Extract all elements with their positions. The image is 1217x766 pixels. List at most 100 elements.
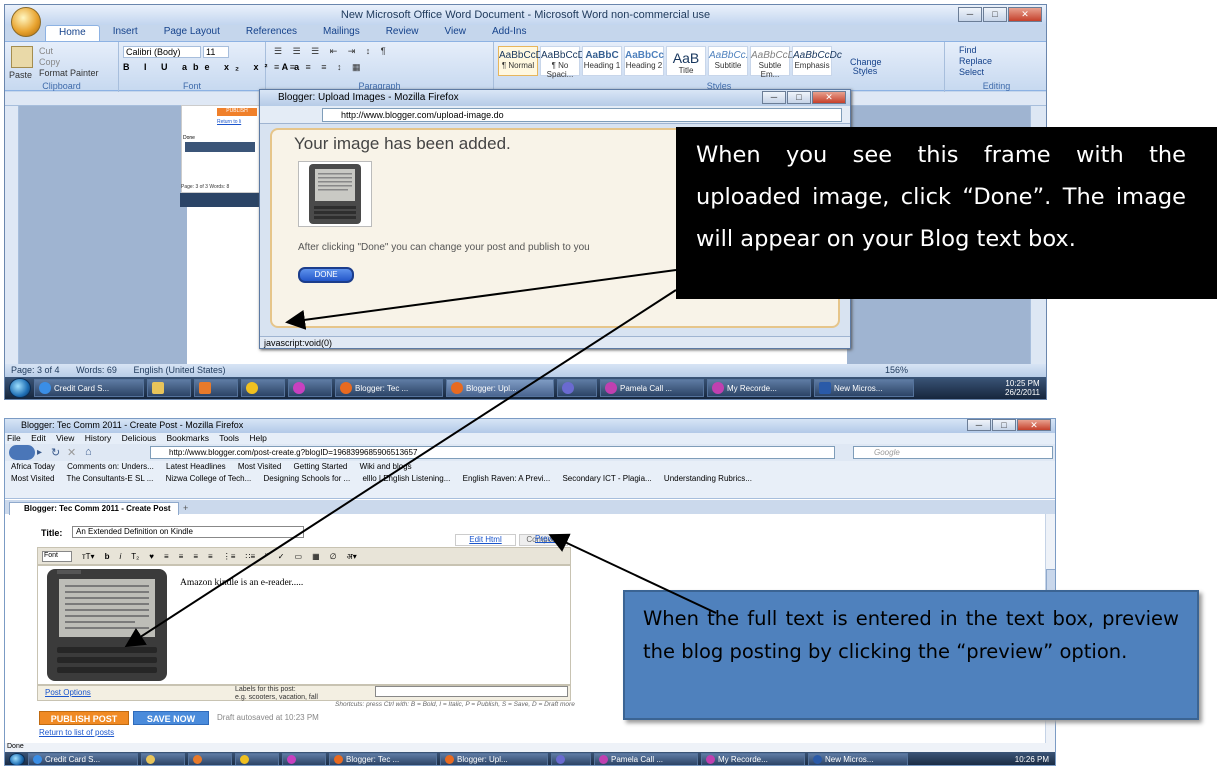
home-icon[interactable]: ⌂ — [85, 446, 92, 458]
taskbar-item[interactable]: Pamela Call ... — [594, 753, 698, 765]
taskbar-item[interactable]: Pamela Call ... — [600, 379, 704, 397]
change-styles-button[interactable]: Change Styles — [850, 58, 882, 76]
bold-icon[interactable]: b — [105, 552, 110, 561]
font-name-select[interactable]: Calibri (Body) — [123, 46, 201, 58]
zoom-level[interactable]: 156% — [885, 365, 908, 375]
taskbar-item-active[interactable]: Blogger: Upl... — [446, 379, 554, 397]
paste-icon[interactable] — [11, 46, 33, 68]
taskbar-item[interactable] — [235, 753, 279, 765]
style-normal[interactable]: AaBbCcDc ¶ Normal — [498, 46, 548, 76]
office-button[interactable] — [11, 7, 41, 37]
search-box[interactable]: Google — [853, 446, 1053, 459]
kindle-image[interactable] — [39, 567, 174, 683]
taskbar-item[interactable]: New Micros... — [808, 753, 908, 765]
replace-button[interactable]: Replace — [959, 56, 992, 66]
taskbar-item[interactable] — [141, 753, 185, 765]
style-no-spacing[interactable]: AaBbCcDc ¶ No Spaci... — [540, 46, 590, 79]
style-subtitle[interactable]: AaBbCc. Subtitle — [708, 46, 748, 76]
back-button[interactable] — [9, 445, 35, 460]
taskbar-item[interactable]: Credit Card S... — [28, 753, 138, 765]
save-now-button[interactable]: SAVE NOW — [133, 711, 209, 725]
eraser-icon[interactable]: ∅ — [330, 552, 337, 561]
minimize-button[interactable]: ─ — [958, 7, 982, 22]
copy-button[interactable]: Copy — [39, 57, 60, 67]
taskbar-item[interactable]: Blogger: Tec ... — [329, 753, 437, 765]
maximize-button[interactable]: □ — [787, 91, 811, 104]
style-title[interactable]: AaB Title — [666, 46, 706, 76]
bookmark-item[interactable]: English Raven: A Previ... — [463, 474, 551, 483]
address-bar[interactable]: http://www.blogger.com/post-create.g?blo… — [150, 446, 835, 459]
close-button[interactable]: ✕ — [812, 91, 846, 104]
new-tab-icon[interactable]: + — [183, 503, 188, 513]
bookmark-item[interactable]: Secondary ICT - Plagia... — [562, 474, 651, 483]
style-subtle-emphasis[interactable]: AaBbCcDc Subtle Em... — [750, 46, 800, 79]
taskbar-item[interactable]: Blogger: Upl... — [440, 753, 548, 765]
preview-link[interactable]: Preview — [535, 534, 563, 543]
tab-review[interactable]: Review — [373, 25, 432, 41]
forward-icon[interactable]: ▸ — [37, 447, 42, 458]
quote-icon[interactable]: “ — [265, 552, 268, 561]
bookmark-item[interactable]: Most Visited — [238, 462, 281, 471]
bullet-list-icon[interactable]: ∷≡ — [245, 552, 255, 561]
language-indicator[interactable]: English (United States) — [133, 365, 225, 375]
menu-delicious[interactable]: Delicious — [122, 433, 157, 443]
align-center-icon[interactable]: ≡ — [179, 552, 184, 561]
bookmark-item[interactable]: The Consultants-E SL ... — [67, 474, 154, 483]
taskbar-item[interactable]: New Micros... — [814, 379, 914, 397]
tab-home[interactable]: Home — [45, 25, 100, 41]
taskbar-item[interactable] — [282, 753, 326, 765]
text-size-icon[interactable]: тT▾ — [82, 552, 95, 561]
list-buttons[interactable]: ☰ ☰ ☰ ⇤ ⇥ ↕ ¶ — [274, 46, 390, 57]
align-buttons[interactable]: ≡ ≡ ≡ ≡ ↕ ▦ — [274, 62, 365, 73]
font-size-select[interactable]: 11 — [203, 46, 229, 58]
menu-view[interactable]: View — [56, 433, 74, 443]
tab-view[interactable]: View — [432, 25, 480, 41]
style-emphasis[interactable]: AaBbCcDc Emphasis — [792, 46, 842, 76]
close-button[interactable]: ✕ — [1017, 419, 1051, 431]
tab-page-layout[interactable]: Page Layout — [151, 25, 233, 41]
menu-bookmarks[interactable]: Bookmarks — [166, 433, 209, 443]
tab-mailings[interactable]: Mailings — [310, 25, 373, 41]
done-button[interactable]: DONE — [298, 267, 354, 283]
align-right-icon[interactable]: ≡ — [193, 552, 198, 561]
style-heading-2[interactable]: AaBbCc Heading 2 — [624, 46, 664, 76]
taskbar-item[interactable] — [147, 379, 191, 397]
menu-edit[interactable]: Edit — [31, 433, 46, 443]
edit-html-tab[interactable]: Edit Html — [455, 534, 516, 546]
post-title-input[interactable]: An Extended Definition on Kindle — [72, 526, 304, 538]
image-icon[interactable]: ▭ — [295, 552, 303, 561]
bookmark-item[interactable]: Getting Started — [294, 462, 348, 471]
bookmark-item[interactable]: Comments on: Unders... — [67, 462, 154, 471]
justify-icon[interactable]: ≡ — [208, 552, 213, 561]
style-heading-1[interactable]: AaBbC Heading 1 — [582, 46, 622, 76]
bookmark-item[interactable]: Latest Headlines — [166, 462, 226, 471]
taskbar-item[interactable] — [241, 379, 285, 397]
minimize-button[interactable]: ─ — [762, 91, 786, 104]
bookmark-item[interactable]: Most Visited — [11, 474, 54, 483]
start-button[interactable] — [9, 753, 25, 765]
taskbar-item[interactable] — [557, 379, 597, 397]
menu-help[interactable]: Help — [249, 433, 266, 443]
editor-body-text[interactable]: Amazon kindle is an e-reader..... — [180, 578, 303, 588]
link-icon[interactable]: ♥ — [149, 552, 154, 561]
taskbar-item[interactable]: My Recorde... — [701, 753, 805, 765]
maximize-button[interactable]: □ — [983, 7, 1007, 22]
bookmark-item[interactable]: Designing Schools for ... — [264, 474, 351, 483]
start-button[interactable] — [9, 378, 31, 398]
tab-insert[interactable]: Insert — [100, 25, 151, 41]
browser-tab[interactable]: Blogger: Tec Comm 2011 - Create Post — [9, 502, 179, 515]
taskbar-item[interactable] — [194, 379, 238, 397]
align-left-icon[interactable]: ≡ — [164, 552, 169, 561]
bookmark-item[interactable]: Nizwa College of Tech... — [166, 474, 252, 483]
publish-post-button[interactable]: PUBLISH POST — [39, 711, 129, 725]
taskbar-item[interactable]: Credit Card S... — [34, 379, 144, 397]
stop-icon[interactable]: ✕ — [67, 446, 76, 459]
find-button[interactable]: Find — [959, 45, 977, 55]
select-button[interactable]: Select — [959, 67, 984, 77]
taskbar-item[interactable] — [551, 753, 591, 765]
system-clock[interactable]: 10:26 PM — [1015, 755, 1055, 764]
text-color-icon[interactable]: T₂ — [131, 552, 139, 561]
return-to-posts-link[interactable]: Return to list of posts — [39, 728, 114, 737]
video-icon[interactable]: ▦ — [312, 552, 320, 561]
paste-button[interactable]: Paste — [9, 70, 32, 80]
